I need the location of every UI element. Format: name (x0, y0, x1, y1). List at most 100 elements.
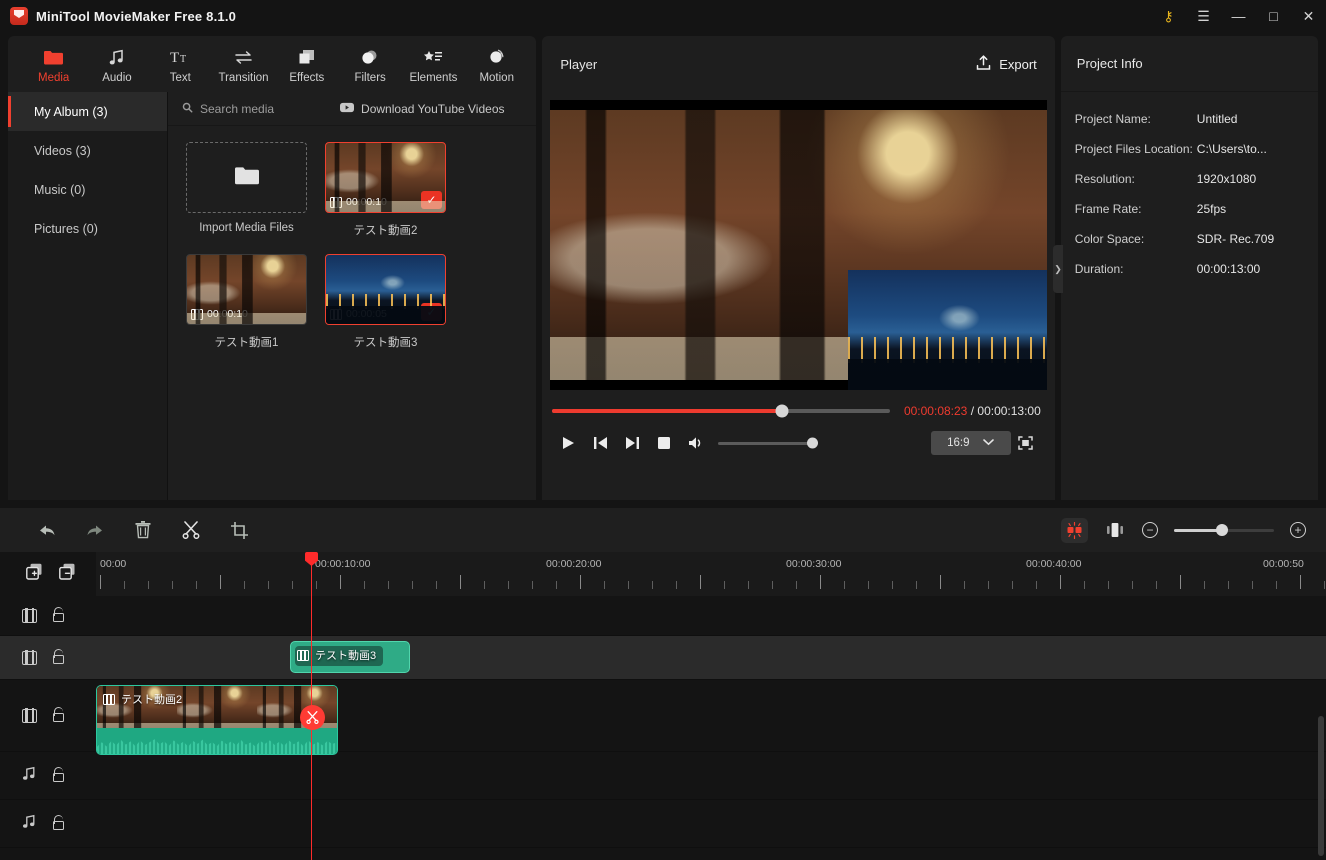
ruler-tick (484, 581, 485, 589)
timeline-zoom-slider[interactable] (1174, 524, 1274, 536)
tab-effects[interactable]: Effects (275, 40, 338, 84)
export-button[interactable]: Export (976, 54, 1037, 74)
stop-button[interactable] (648, 430, 680, 456)
track-body[interactable] (96, 752, 1326, 799)
tab-elements[interactable]: Elements (402, 40, 465, 84)
unlock-icon[interactable] (53, 767, 64, 782)
track-body[interactable] (96, 596, 1326, 635)
sidebar-item-music[interactable]: Music (0) (8, 170, 167, 209)
ruler-tick (1132, 581, 1133, 589)
library-category-list: My Album (3) Videos (3) Music (0) Pictur… (8, 92, 168, 500)
info-value: SDR- Rec.709 (1196, 232, 1275, 246)
media-thumbnail[interactable]: 00:00:10 ✓ (325, 142, 446, 213)
fullscreen-icon[interactable] (1011, 431, 1041, 455)
download-youtube-button[interactable]: Download YouTube Videos (340, 102, 505, 116)
chevron-down-icon (983, 437, 995, 449)
track-video-2[interactable]: テスト動画3 (0, 636, 1326, 680)
close-icon[interactable]: ✕ (1291, 0, 1326, 32)
seek-knob[interactable] (775, 404, 789, 418)
tab-media[interactable]: Media (22, 40, 85, 84)
import-media-button[interactable] (186, 142, 307, 213)
unlock-icon[interactable] (53, 815, 64, 830)
unlock-icon[interactable] (53, 649, 64, 664)
remove-track-icon[interactable] (59, 563, 76, 585)
player-stage[interactable] (550, 100, 1047, 390)
media-selected-check-icon[interactable]: ✓ (421, 303, 442, 321)
zoom-in-button[interactable]: + (1290, 522, 1306, 538)
maximize-icon[interactable]: □ (1256, 0, 1291, 32)
volume-button[interactable] (680, 430, 712, 456)
timeline-right-tools: − + (1061, 517, 1326, 543)
unlock-icon[interactable] (53, 607, 64, 622)
zoom-out-button[interactable]: − (1142, 522, 1158, 538)
media-browser: Search media Download YouTube Videos Imp… (168, 92, 537, 500)
media-item-label: テスト動画1 (214, 337, 279, 349)
current-time: 00:00:08:23 (903, 404, 968, 418)
media-duration-text: 00:00:10 (207, 308, 248, 320)
tab-audio[interactable]: Audio (85, 40, 148, 84)
undo-button[interactable] (36, 519, 58, 541)
aspect-ratio-select[interactable]: 16:9 (930, 431, 1011, 455)
play-button[interactable] (552, 430, 584, 456)
search-input[interactable]: Search media (182, 102, 274, 116)
redo-button[interactable] (84, 519, 106, 541)
split-button[interactable] (180, 519, 202, 541)
track-video-1[interactable] (0, 596, 1326, 636)
sidebar-item-my-album[interactable]: My Album (3) (8, 92, 167, 131)
minimize-icon[interactable]: — (1221, 0, 1256, 32)
volume-slider[interactable] (718, 437, 819, 449)
crop-button[interactable] (228, 519, 250, 541)
volume-knob[interactable] (807, 437, 819, 449)
key-icon[interactable]: ⚷ (1151, 0, 1186, 32)
track-body[interactable]: テスト動画3 (96, 636, 1326, 679)
hamburger-menu-icon[interactable]: ☰ (1186, 0, 1221, 32)
timeline-clip[interactable]: テスト動画3 (290, 641, 410, 673)
split-scissors-icon[interactable] (300, 705, 325, 730)
keyframe-red-icon[interactable] (1061, 517, 1088, 543)
player-panel: Player Export 00:00:08:23 / 00:00:13:00 … (542, 36, 1055, 500)
zoom-knob[interactable] (1216, 524, 1228, 536)
media-selected-check-icon[interactable]: ✓ (421, 191, 442, 209)
ruler-tick (724, 581, 725, 589)
track-audio-1[interactable] (0, 752, 1326, 800)
tab-filters[interactable]: Filters (338, 40, 401, 84)
media-thumbnail[interactable]: 00:00:10 (186, 254, 307, 325)
ruler-tick (988, 581, 989, 589)
sidebar-item-pictures[interactable]: Pictures (0) (8, 209, 167, 248)
track-body[interactable]: テスト動画2 (96, 680, 1326, 755)
ruler-tick (868, 581, 869, 589)
tab-filters-label: Filters (354, 72, 386, 84)
track-audio-2[interactable] (0, 800, 1326, 848)
track-body[interactable] (96, 800, 1326, 847)
track-header (0, 596, 96, 635)
media-thumbnail[interactable]: 00:00:05 ✓ (325, 254, 446, 325)
track-video-3[interactable]: テスト動画2 (0, 680, 1326, 755)
ruler-tick (916, 581, 917, 589)
timeline-vertical-scrollbar[interactable] (1318, 716, 1324, 856)
info-key: Resolution: (1074, 172, 1135, 186)
add-track-icon[interactable] (26, 563, 43, 585)
timeline-ruler[interactable]: 00:00 00:00:10:00 00:00:20:00 00:00:30:0… (0, 552, 1326, 596)
elements-star-list-icon (423, 46, 443, 68)
media-item: 00:00:10 ✓ テスト動画2 (325, 142, 446, 238)
next-frame-button[interactable] (616, 430, 648, 456)
tab-text[interactable]: TT Text (149, 40, 212, 84)
unlock-icon[interactable] (53, 707, 64, 722)
ruler-tick (604, 581, 605, 589)
seek-slider[interactable] (552, 404, 890, 418)
tab-transition[interactable]: Transition (212, 40, 275, 84)
previous-frame-button[interactable] (584, 430, 616, 456)
time-separator: / (970, 404, 975, 418)
preview-pip-overlay[interactable] (847, 270, 1047, 390)
delete-button[interactable] (132, 519, 154, 541)
timeline-toolbar: − + (0, 508, 1326, 552)
tab-motion[interactable]: Motion (465, 40, 528, 84)
panel-collapse-icon[interactable]: ❯ (1053, 245, 1063, 293)
ruler-tick (628, 581, 629, 589)
ruler-tick (196, 581, 197, 589)
tab-effects-label: Effects (289, 72, 325, 84)
sidebar-item-videos[interactable]: Videos (3) (8, 131, 167, 170)
flip-horizontal-icon[interactable] (1104, 519, 1126, 541)
app-window: MiniTool MovieMaker Free 8.1.0 ⚷ ☰ — □ ✕… (0, 0, 1326, 860)
filters-circles-icon (361, 46, 379, 68)
